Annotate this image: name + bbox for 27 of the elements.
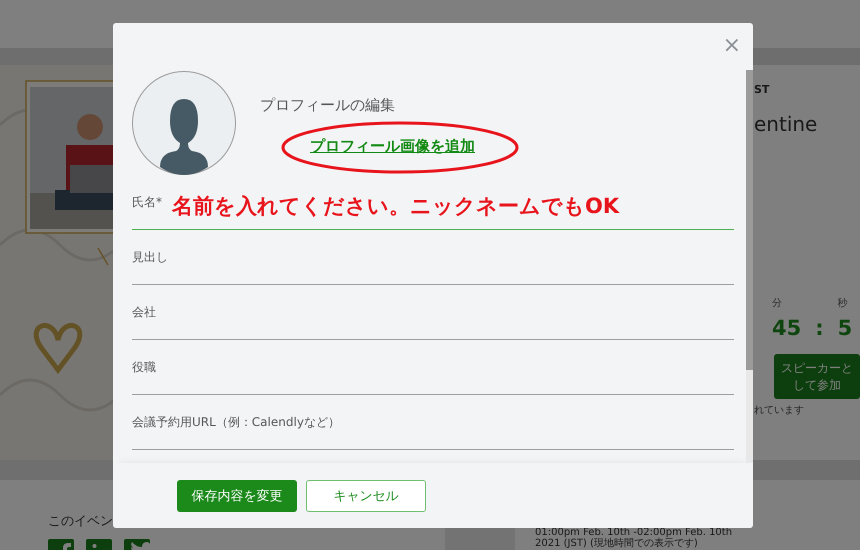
field-label: 見出し: [132, 248, 168, 266]
date-text: ST: [754, 83, 770, 96]
share-text: このイベン: [48, 513, 114, 530]
text-field[interactable]: 会社: [132, 285, 734, 340]
event-title: entine: [754, 112, 818, 136]
text-field[interactable]: 見出し: [132, 230, 734, 285]
annotation-text: 名前を入れてください。ニックネームでもOK: [172, 193, 620, 220]
save-button[interactable]: 保存内容を変更: [177, 480, 297, 512]
cancel-button[interactable]: キャンセル: [306, 480, 426, 512]
text-field[interactable]: 会議予約用URL（例：Calendlyなど）: [132, 395, 734, 450]
text-field[interactable]: 氏名* 名前を入れてください。ニックネームでもOK: [132, 175, 734, 230]
field-label: 氏名*: [132, 194, 162, 210]
note-text: れています: [754, 404, 804, 417]
countdown-separator: :: [815, 316, 824, 340]
text-field[interactable]: 役職: [132, 340, 734, 395]
schedule-text: 2021 (JST) (現地時間での表示です): [535, 538, 699, 549]
dialog-heading: プロフィールの編集: [260, 96, 395, 115]
field-label: 会社: [132, 304, 156, 320]
avatar-icon: [132, 71, 236, 175]
countdown-value: 45: [772, 316, 802, 340]
countdown-unit: 秒: [838, 296, 848, 310]
field-label: 会議予約用URL（例：Calendlyなど）: [132, 414, 340, 430]
schedule-text: 01:00pm Feb. 10th -02:00pm Feb. 10th: [535, 527, 734, 538]
countdown-unit: 分: [772, 297, 782, 310]
scrollbar-thumb[interactable]: [746, 70, 753, 370]
countdown-value: 5: [838, 316, 852, 340]
field-label: 役職: [132, 358, 156, 376]
